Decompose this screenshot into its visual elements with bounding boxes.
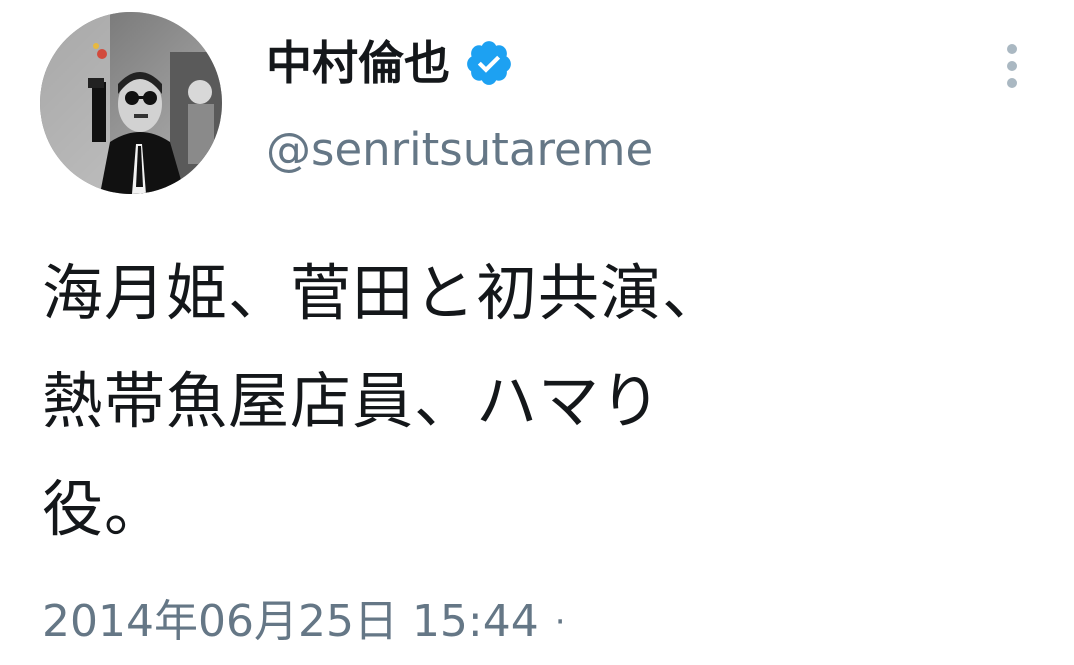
author-header: 中村倫也 [266,28,514,98]
verified-badge-icon [467,41,511,85]
avatar[interactable] [40,12,222,194]
more-dot [1007,78,1017,88]
meta-separator: · [554,602,566,642]
tweet-meta: 2014年06月25日 15:44 · [42,590,566,654]
tweet-text: 海月姫、菅田と初共演、 熱帯魚屋店員、ハマり 役。 [42,258,725,545]
display-name[interactable]: 中村倫也 [266,28,450,98]
timestamp[interactable]: 2014年06月25日 15:44 [42,590,539,654]
more-dot [1007,61,1017,71]
tweet-card: 中村倫也 @senritsutareme 海月姫、菅田と初共演、 熱帯魚屋店員、… [0,0,1074,665]
author-handle[interactable]: @senritsutareme [266,118,653,182]
more-vertical-icon[interactable] [990,36,1034,96]
more-dot [1007,44,1017,54]
avatar-photo-icon [40,12,222,194]
